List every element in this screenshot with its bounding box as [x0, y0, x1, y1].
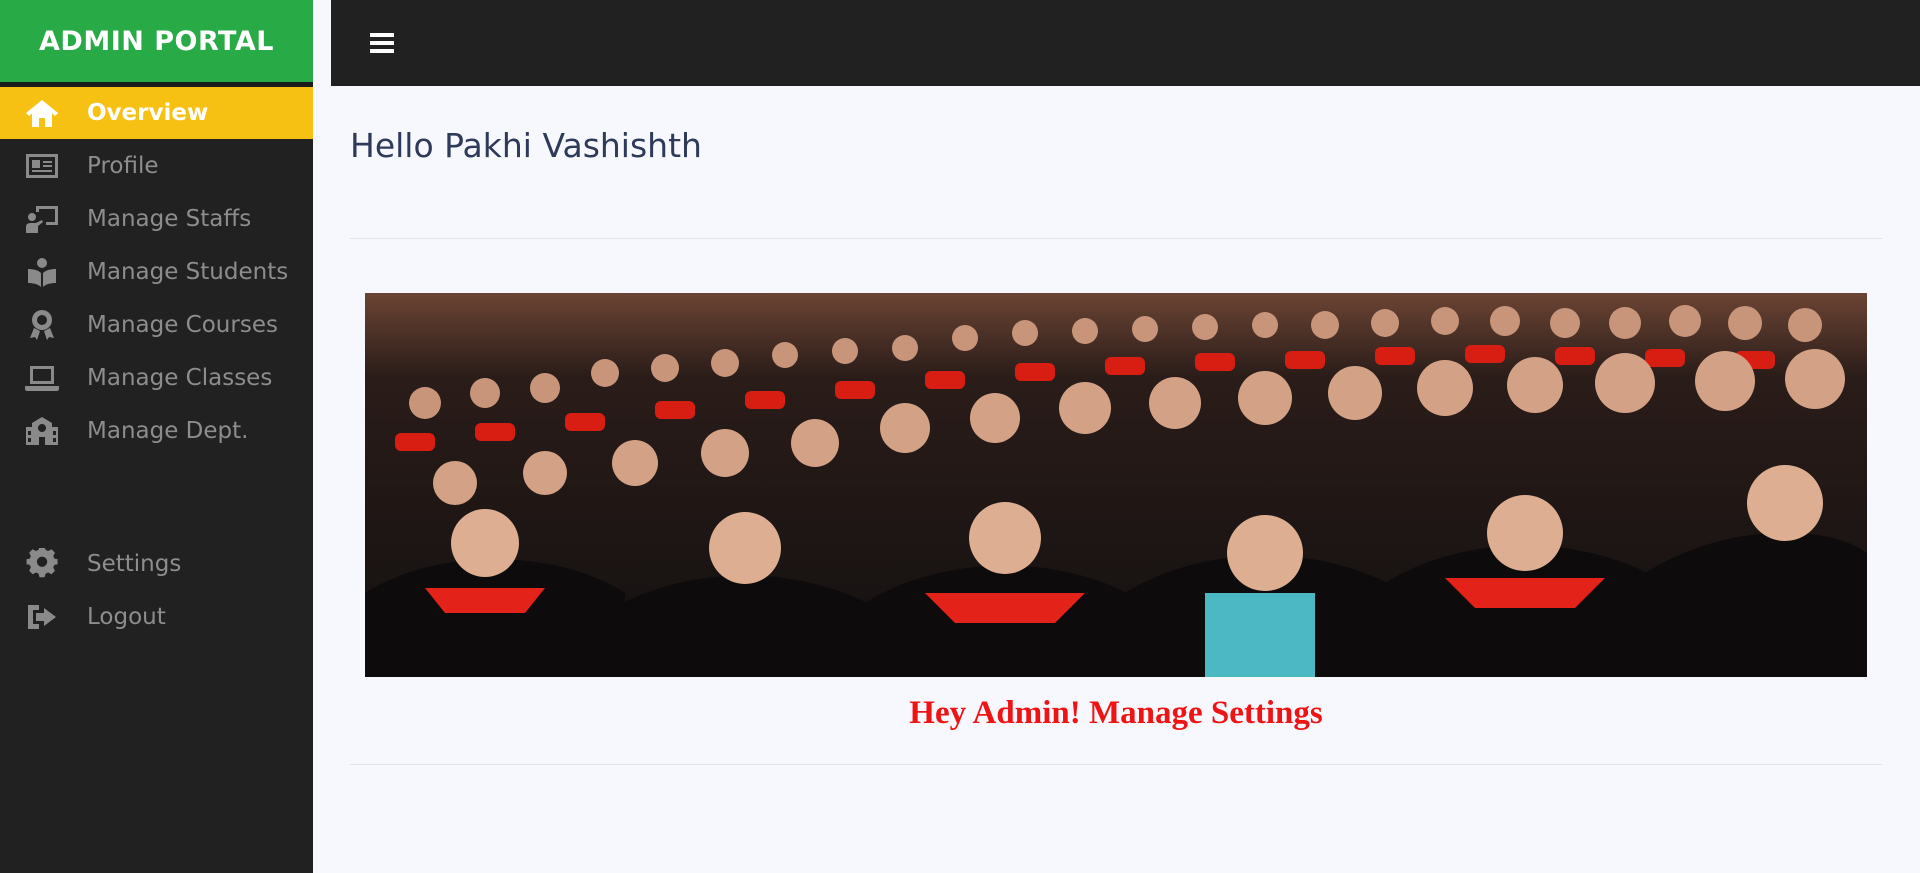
graduates-banner-image — [365, 293, 1867, 677]
sidebar-spacer — [0, 458, 313, 538]
sidebar-item-label: Manage Dept. — [87, 418, 249, 444]
sidebar: ADMIN PORTAL Overview Profile Manage Sta… — [0, 0, 313, 873]
page-title: Hello Pakhi Vashishth — [350, 126, 702, 165]
sidebar-item-label: Manage Students — [87, 259, 289, 285]
sidebar-toggle-button[interactable] — [369, 30, 395, 56]
sidebar-item-label: Overview — [87, 100, 209, 126]
sidebar-item-label: Logout — [87, 604, 166, 630]
school-icon — [22, 411, 62, 451]
sidebar-item-manage-students[interactable]: Manage Students — [0, 246, 313, 298]
laptop-icon — [22, 358, 62, 398]
chalkboard-teacher-icon — [22, 199, 62, 239]
banner-illustration — [365, 293, 1867, 677]
sidebar-item-label: Manage Staffs — [87, 206, 252, 232]
hamburger-icon — [370, 32, 394, 54]
sidebar-item-manage-classes[interactable]: Manage Classes — [0, 352, 313, 404]
sidebar-nav: Overview Profile Manage Staffs Manage St… — [0, 87, 313, 643]
gear-icon — [22, 544, 62, 584]
sign-out-icon — [22, 597, 62, 637]
sidebar-item-manage-staffs[interactable]: Manage Staffs — [0, 193, 313, 245]
sidebar-item-profile[interactable]: Profile — [0, 140, 313, 192]
sidebar-item-label: Profile — [87, 153, 159, 179]
sidebar-item-label: Settings — [87, 551, 182, 577]
sidebar-item-settings[interactable]: Settings — [0, 538, 313, 590]
sidebar-item-manage-dept[interactable]: Manage Dept. — [0, 405, 313, 457]
sidebar-item-label: Manage Courses — [87, 312, 278, 338]
sidebar-item-overview[interactable]: Overview — [0, 87, 313, 139]
divider — [350, 764, 1882, 765]
sidebar-item-manage-courses[interactable]: Manage Courses — [0, 299, 313, 351]
sidebar-item-logout[interactable]: Logout — [0, 591, 313, 643]
brand-title[interactable]: ADMIN PORTAL — [0, 0, 313, 87]
award-icon — [22, 305, 62, 345]
banner-caption: Hey Admin! Manage Settings — [909, 695, 1323, 731]
id-card-icon — [22, 146, 62, 186]
top-bar — [331, 0, 1920, 86]
main-content: Hello Pakhi Vashishth Hey Admin! Manage … — [350, 86, 1882, 765]
divider — [350, 238, 1882, 239]
book-reader-icon — [22, 252, 62, 292]
home-icon — [22, 93, 62, 133]
sidebar-item-label: Manage Classes — [87, 365, 273, 391]
